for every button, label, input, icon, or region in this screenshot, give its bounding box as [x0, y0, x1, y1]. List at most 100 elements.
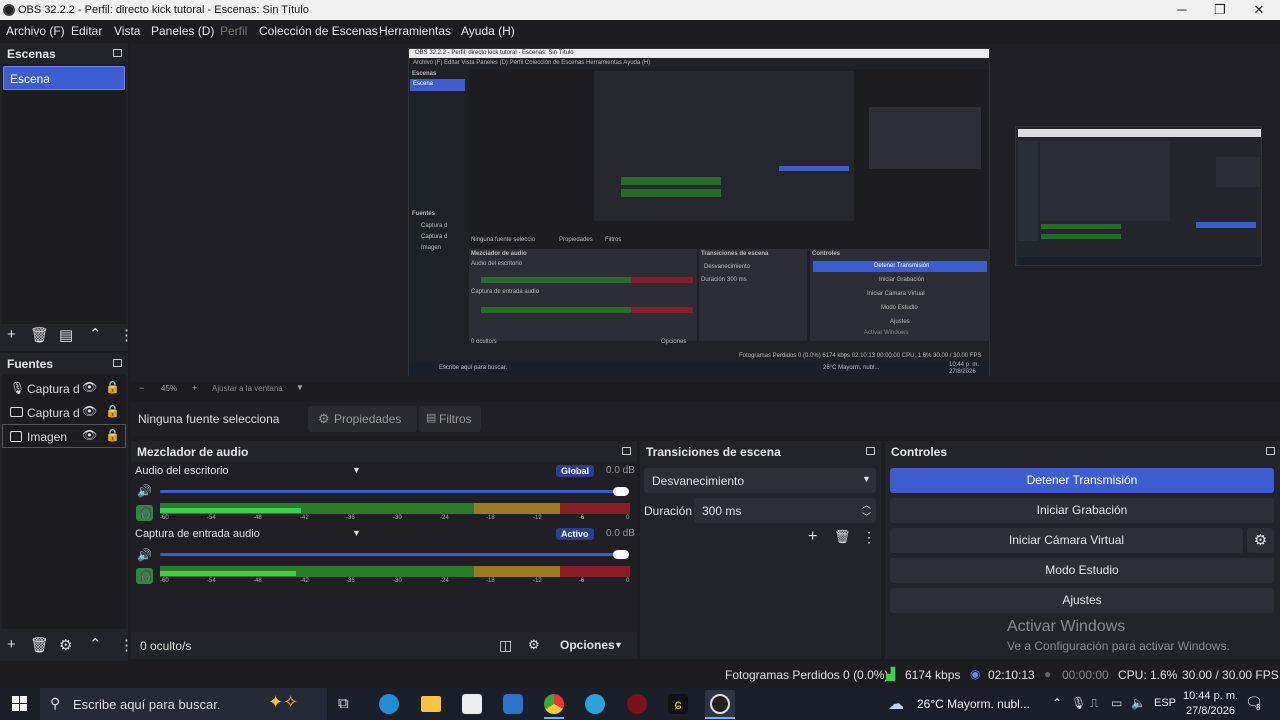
stop-stream-button[interactable]: Detener Transmisión [890, 468, 1274, 493]
volume-knob[interactable] [613, 487, 629, 496]
filters-button[interactable]: ▤ Filtros [419, 406, 481, 432]
add-scene-icon[interactable]: + [7, 326, 16, 343]
trash-icon[interactable]: 🗑 [834, 529, 851, 545]
close-button[interactable]: ✕ [1239, 2, 1279, 18]
chevron-down-icon[interactable]: ▼ [614, 640, 623, 650]
properties-label: Propiedades [334, 412, 402, 426]
source-item[interactable]: Imagen 👁 🔒 [2, 424, 126, 448]
source-label: Imagen [27, 430, 68, 444]
taskbar-time[interactable]: 10:44 p. m. [1183, 690, 1238, 702]
eye-icon[interactable]: 👁 [82, 428, 97, 442]
edge-icon[interactable] [379, 694, 399, 714]
menu-edit[interactable]: Editar [71, 24, 102, 38]
scene-filter-icon[interactable]: ▤ [59, 326, 73, 344]
lock-icon[interactable]: 🔒 [105, 380, 120, 394]
speaker-icon[interactable]: 🔊 [137, 484, 152, 498]
settings-button[interactable]: Ajustes [890, 588, 1274, 613]
fit-window-label[interactable]: Ajustar a la ventana [212, 384, 283, 393]
undock-icon[interactable] [113, 359, 122, 367]
menu-file[interactable]: Archivo (F) [6, 24, 65, 38]
properties-button[interactable]: ⚙ Propiedades [308, 406, 417, 432]
volume-slider[interactable] [160, 490, 625, 493]
network-icon[interactable]: ⎍ [1090, 696, 1098, 711]
undock-icon[interactable] [1266, 447, 1275, 455]
windows-start-icon[interactable] [12, 696, 28, 712]
notification-count: 3 [1256, 703, 1261, 712]
speaker-icon[interactable]: 🔊 [137, 548, 152, 562]
menu-tools[interactable]: Herramientas [379, 24, 451, 38]
chrome-icon[interactable] [544, 694, 564, 714]
trash-icon[interactable]: 🗑 [30, 326, 49, 344]
zoom-level: 45% [161, 384, 178, 393]
chevron-up-icon[interactable]: ⌃ [89, 635, 102, 653]
task-view-icon[interactable]: ⧉ [338, 695, 349, 712]
studio-mode-button[interactable]: Modo Estudio [890, 558, 1274, 583]
undock-icon[interactable] [622, 447, 631, 455]
preview-screen-capture: OBS 32.2.2 - Perfil: directo kick tutora… [408, 48, 990, 376]
nested-src: Imagen [421, 245, 442, 251]
chevron-down-icon[interactable]: ▼ [352, 465, 361, 475]
weather-text[interactable]: 26°C Mayorm. nubl... [917, 697, 1030, 711]
display-icon[interactable]: ▭ [1111, 696, 1122, 710]
capcut-icon[interactable]: ɕ [668, 694, 688, 714]
volume-icon[interactable]: 🔈 [1131, 696, 1146, 710]
store-icon[interactable] [462, 694, 482, 714]
chevron-down-icon[interactable]: ▼ [352, 528, 361, 538]
language-indicator[interactable]: ESP [1154, 697, 1176, 709]
scene-item[interactable]: Escena [3, 66, 125, 90]
duration-label: Duración [644, 504, 693, 518]
cpu-usage: CPU: 1.6% [1118, 668, 1178, 682]
taskbar-search[interactable]: ⚲ Escribe aquí para buscar. ✦✧ [40, 688, 327, 720]
app-icon[interactable] [627, 694, 647, 714]
chevron-up-icon[interactable]: ⌃ [1052, 696, 1062, 710]
menu-view[interactable]: Vista [114, 24, 140, 38]
eye-icon[interactable]: 👁 [82, 404, 97, 418]
headphones-icon[interactable]: 🎧 [136, 568, 153, 584]
menu-docks[interactable]: Paneles (D) [151, 24, 214, 38]
file-explorer-icon[interactable] [421, 696, 441, 712]
virtual-camera-settings-button[interactable]: ⚙ [1247, 528, 1274, 553]
source-list: 🎙 Captura d 👁 🔒 Captura d 👁 🔒 Imagen 👁 🔒 [2, 374, 126, 629]
add-source-icon[interactable]: + [7, 636, 16, 653]
zoom-in-icon[interactable]: + [192, 383, 197, 393]
trash-icon[interactable]: 🗑 [30, 636, 49, 654]
start-recording-button[interactable]: Iniciar Grabación [890, 498, 1274, 523]
chevron-down-icon[interactable]: ▼ [296, 383, 304, 392]
scenes-dock: Escenas Escena + 🗑 ▤ ⌃ ⋮ [0, 43, 134, 351]
spin-down-icon[interactable]: ﹀ [862, 510, 871, 523]
undock-icon[interactable] [866, 447, 875, 455]
minimize-button[interactable]: ─ [1162, 2, 1202, 17]
microphone-icon[interactable]: 🎙 [1071, 696, 1086, 710]
menu-profile[interactable]: Perfil [220, 24, 247, 38]
lock-icon[interactable]: 🔒 [105, 428, 120, 442]
menu-help[interactable]: Ayuda (H) [461, 24, 515, 38]
maximize-button[interactable]: ❐ [1200, 2, 1240, 18]
start-virtual-camera-button[interactable]: Iniciar Cámara Virtual [890, 528, 1243, 553]
zoom-out-icon[interactable]: − [139, 383, 144, 393]
layout-icon[interactable]: ◫ [499, 637, 512, 654]
eye-icon[interactable]: 👁 [82, 380, 97, 394]
headphones-icon[interactable]: 🎧 [136, 505, 153, 521]
advanced-audio-icon[interactable]: ⚙ [528, 637, 540, 653]
chevron-up-icon[interactable]: ⌃ [89, 325, 102, 343]
gear-icon[interactable]: ⚙ [59, 636, 72, 654]
source-item[interactable]: 🎙 Captura d 👁 🔒 [2, 376, 126, 400]
obs-icon [710, 694, 730, 714]
meter-ticks: -60 -54 -48 -42 -36 -30 -24 -18 -12 -6 0 [160, 515, 630, 523]
add-transition-icon[interactable]: + [808, 528, 817, 546]
transition-select[interactable]: Desvanecimiento ▼ [644, 468, 876, 493]
taskbar-date[interactable]: 27/8/2026 [1186, 705, 1235, 717]
telegram-icon[interactable] [585, 694, 605, 714]
mail-icon[interactable] [503, 694, 523, 714]
meter-tick-label: -24 [440, 578, 449, 584]
more-icon[interactable]: ⋮ [862, 529, 876, 546]
volume-slider[interactable] [160, 553, 625, 556]
duration-input[interactable]: 300 ms ︿ ﹀ [694, 498, 876, 523]
menu-scene-collection[interactable]: Colección de Escenas [259, 24, 378, 38]
lock-icon[interactable]: 🔒 [105, 404, 120, 418]
options-button[interactable]: Opciones [560, 638, 615, 652]
obs-taskbar-item[interactable] [705, 690, 735, 718]
undock-icon[interactable] [113, 49, 122, 57]
source-item[interactable]: Captura d 👁 🔒 [2, 400, 126, 424]
volume-knob[interactable] [613, 550, 629, 559]
